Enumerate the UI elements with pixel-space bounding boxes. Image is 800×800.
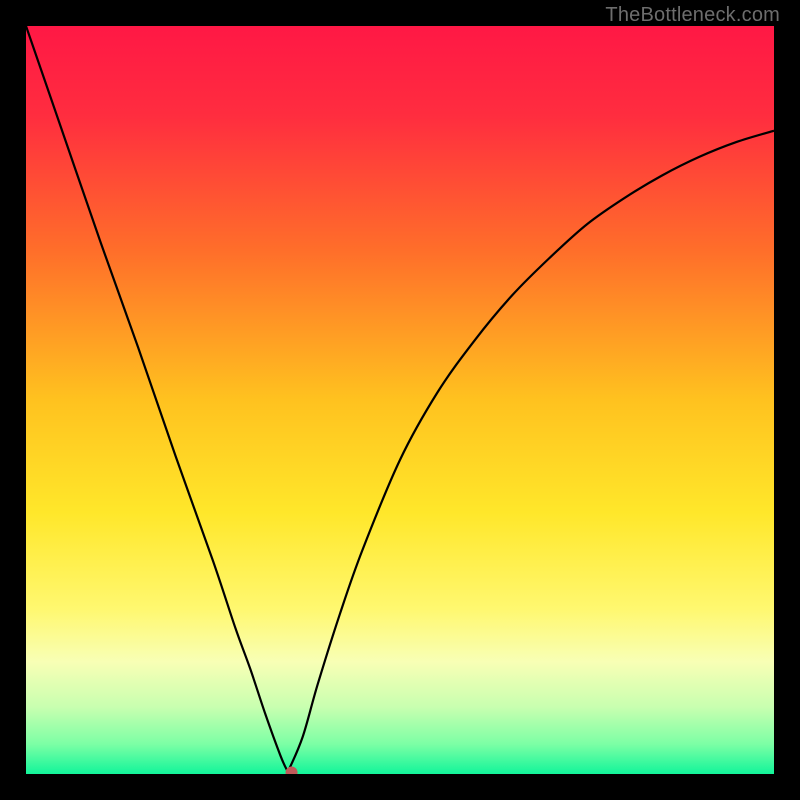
plot-background bbox=[26, 26, 774, 774]
watermark-text: TheBottleneck.com bbox=[605, 4, 780, 27]
bottleneck-chart bbox=[26, 26, 774, 774]
